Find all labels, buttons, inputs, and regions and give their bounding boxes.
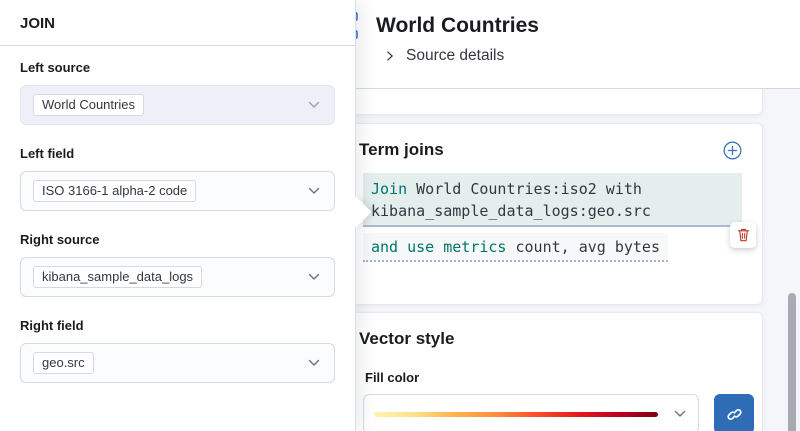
left-field-value: ISO 3166-1 alpha-2 code [33, 180, 196, 202]
left-field-label: Left field [20, 146, 335, 161]
metrics-keyword: and use metrics [371, 238, 506, 256]
source-details-toggle[interactable]: Source details [383, 47, 504, 65]
right-source-group: Right source kibana_sample_data_logs [20, 232, 335, 297]
right-field-value: geo.src [33, 352, 94, 374]
term-joins-title: Term joins [359, 140, 444, 160]
metrics-expression-text: count, avg bytes [506, 238, 660, 256]
right-field-label: Right field [20, 318, 335, 333]
add-join-button[interactable] [722, 140, 742, 160]
join-popover-title: JOIN [0, 0, 355, 45]
right-source-select[interactable]: kibana_sample_data_logs [20, 257, 335, 297]
join-expressions: Join World Countries:iso2 with kibana_sa… [363, 173, 742, 262]
fill-color-label: Fill color [365, 370, 762, 385]
metrics-expression-button[interactable]: and use metrics count, avg bytes [363, 233, 668, 262]
delete-join-button[interactable] [730, 222, 756, 248]
join-keyword: Join [371, 180, 407, 198]
left-field-group: Left field ISO 3166-1 alpha-2 code [20, 146, 335, 211]
left-source-select[interactable]: World Countries [20, 85, 335, 125]
right-field-group: Right field geo.src [20, 318, 335, 383]
chevron-down-icon [672, 406, 688, 422]
left-source-value: World Countries [33, 94, 144, 116]
color-ramp-preview [374, 412, 658, 417]
scrolled-card [340, 89, 763, 115]
left-source-label: Left source [20, 60, 335, 75]
right-field-select[interactable]: geo.src [20, 343, 335, 383]
chevron-right-icon [383, 49, 397, 63]
fill-color-select[interactable] [363, 394, 699, 431]
left-source-group: Left source World Countries [20, 60, 335, 125]
join-expression-text: World Countries:iso2 with kibana_sample_… [371, 180, 651, 220]
chevron-down-icon [306, 269, 322, 285]
link-icon [726, 406, 743, 423]
join-popover: JOIN Left source World Countries Left fi… [0, 0, 356, 431]
page-title: World Countries [376, 12, 539, 40]
field-link-button[interactable] [714, 394, 754, 431]
right-source-value: kibana_sample_data_logs [33, 266, 202, 288]
chevron-down-icon [306, 183, 322, 199]
left-field-select[interactable]: ISO 3166-1 alpha-2 code [20, 171, 335, 211]
right-source-label: Right source [20, 232, 335, 247]
plus-in-circle-icon [723, 141, 742, 160]
vertical-scrollbar[interactable] [788, 293, 796, 431]
chevron-down-icon [306, 355, 322, 371]
chevron-down-icon [306, 97, 322, 113]
vector-style-title: Vector style [359, 329, 454, 349]
join-expression-button[interactable]: Join World Countries:iso2 with kibana_sa… [363, 173, 742, 227]
trash-icon [736, 227, 751, 243]
vector-style-card: Vector style Fill color [340, 312, 763, 431]
source-details-label: Source details [406, 47, 504, 65]
term-joins-card: Term joins Join World Countries:iso2 wit… [340, 123, 763, 305]
